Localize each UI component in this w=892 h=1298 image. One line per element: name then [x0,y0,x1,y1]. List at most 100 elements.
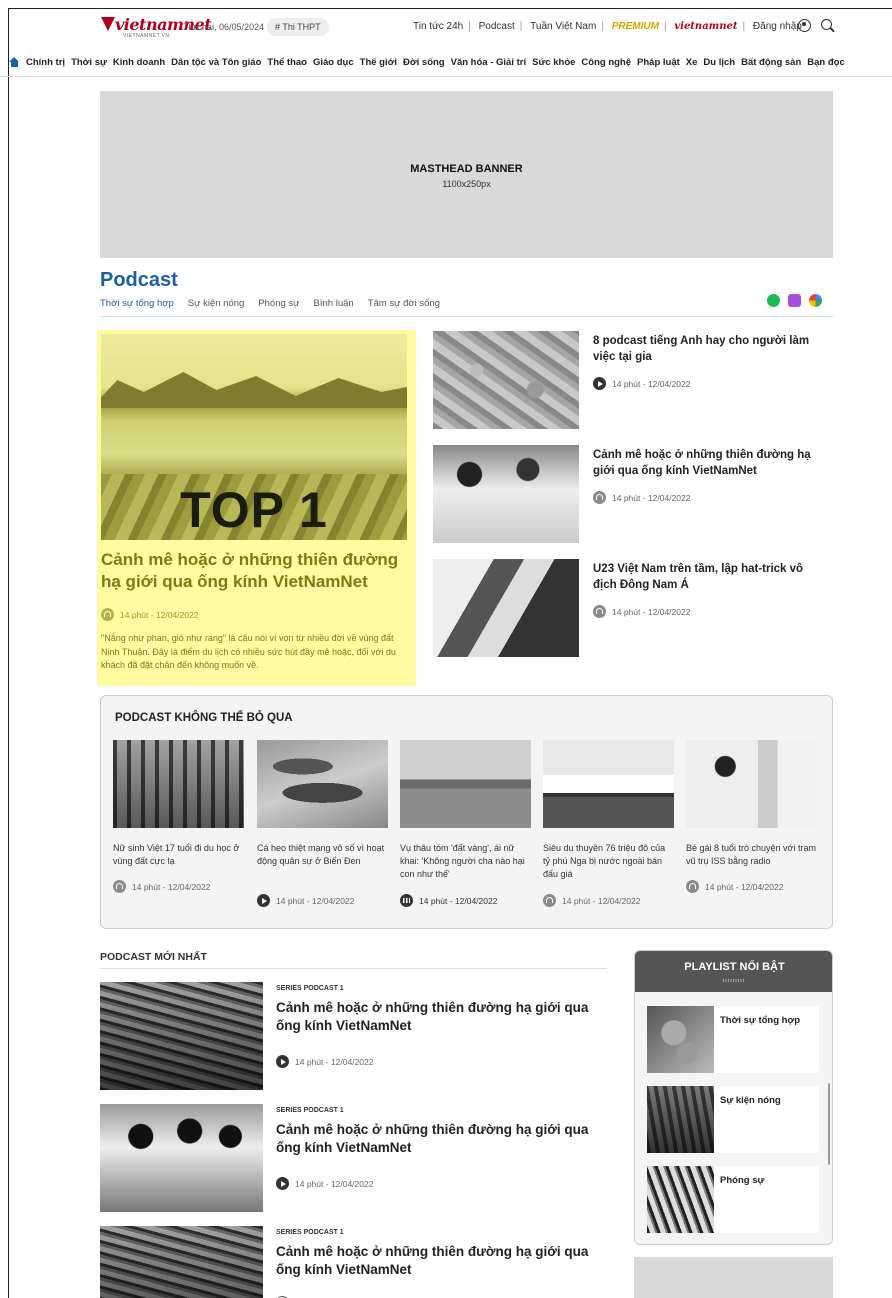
headphones-icon[interactable] [686,880,699,893]
latest-thumbnail[interactable] [100,1104,263,1212]
featured-image[interactable]: TOP 1 [101,334,407,540]
playlist-item[interactable]: Sự kiện nóng [647,1086,819,1153]
side-podcast-meta: 14 phút - 12/04/2022 [593,377,690,390]
featured-description: "Nắng như phan, gió như rang" là câu nói… [101,633,396,670]
card-thumbnail[interactable] [113,740,244,828]
headphones-icon[interactable] [113,880,126,893]
card-title[interactable]: Vụ thâu tóm 'đất vàng', ái nữ khai: 'Khô… [400,842,531,882]
playlist-item[interactable]: Thời sự tổng hợp [647,1006,819,1073]
play-icon[interactable] [257,894,270,907]
podcast-tab[interactable]: Thời sự tổng hợp [100,298,174,309]
podcast-card[interactable]: Vụ thâu tóm 'đất vàng', ái nữ khai: 'Khô… [400,740,531,907]
podcast-card[interactable]: Bé gái 8 tuổi trò chuyện với trạm vũ trụ… [686,740,817,893]
vietnamnet-logo[interactable]: vietnamnet VIETNAMNET.VN [101,15,212,39]
podcast-tab[interactable]: Sự kiện nóng [188,298,245,309]
trending-hashtag[interactable]: # Thi THPT [267,18,329,36]
latest-thumbnail[interactable] [100,1226,263,1298]
playlist-item-label[interactable]: Phóng sự [720,1175,764,1186]
podcast-thumbnail[interactable] [433,559,579,657]
sidebar-ad[interactable] [634,1257,833,1298]
link-tin-tuc-24h[interactable]: Tin tức 24h [413,21,463,32]
latest-podcast-item[interactable]: SERIES PODCAST 1 Cảnh mê hoặc ở những th… [100,1104,607,1214]
playlist-thumbnail[interactable] [647,1166,714,1233]
card-title[interactable]: Cá heo thiệt mạng vô số vì hoạt động quâ… [257,842,388,882]
headphones-icon[interactable] [593,605,606,618]
side-podcast-item[interactable]: U23 Việt Nam trên tầm, lập hat-trick vô … [433,559,833,657]
duration-date: 14 phút - 12/04/2022 [419,895,498,906]
playlist-item[interactable]: Phóng sự [647,1166,819,1233]
nav-item[interactable]: Công nghệ [581,57,631,68]
card-thumbnail[interactable] [400,740,531,828]
google-podcasts-icon[interactable] [809,294,822,307]
link-vietnamnet-global[interactable]: vietnamnet [674,21,737,32]
card-title[interactable]: Bé gái 8 tuổi trò chuyện với trạm vũ trụ… [686,842,817,882]
play-icon[interactable] [276,1177,289,1190]
apple-podcasts-icon[interactable] [788,294,801,307]
nav-item[interactable]: Bất động sản [741,57,801,68]
featured-title[interactable]: Cảnh mê hoặc ở những thiên đường hạ giới… [101,549,406,593]
headphones-icon[interactable] [543,894,556,907]
nav-item[interactable]: Giáo dục [313,57,354,68]
card-title[interactable]: Siêu du thuyền 76 triệu đô của tỷ phú Ng… [543,842,674,882]
search-icon[interactable] [821,19,832,30]
nav-item[interactable]: Kinh doanh [113,57,165,68]
podcast-thumbnail[interactable] [433,331,579,429]
podcast-thumbnail[interactable] [433,445,579,543]
headphones-icon[interactable] [593,491,606,504]
latest-podcast-item[interactable]: SERIES PODCAST 1 Cảnh mê hoặc ở những th… [100,982,607,1092]
side-podcast-title[interactable]: 8 podcast tiếng Anh hay cho người làm vi… [593,333,823,365]
home-icon[interactable] [9,57,20,67]
duration-date: 14 phút - 12/04/2022 [132,881,211,892]
latest-thumbnail[interactable] [100,982,263,1090]
page-title[interactable]: Podcast [100,269,178,292]
nav-item[interactable]: Văn hóa - Giải trí [451,57,527,68]
podcast-card[interactable]: Cá heo thiệt mạng vô số vì hoạt động quâ… [257,740,388,907]
nav-item[interactable]: Thể thao [267,57,307,68]
play-icon[interactable] [276,1055,289,1068]
latest-title-text[interactable]: Cảnh mê hoặc ở những thiên đường hạ giới… [276,999,606,1035]
nav-item[interactable]: Du lịch [703,57,735,68]
spotify-icon[interactable] [767,294,780,307]
user-icon[interactable] [798,19,811,32]
nav-item[interactable]: Bạn đọc [807,57,844,68]
masthead-banner[interactable]: MASTHEAD BANNER 1100x250px [100,91,833,258]
headphones-icon[interactable] [101,608,114,621]
playlist-thumbnail[interactable] [647,1006,714,1073]
latest-title-text[interactable]: Cảnh mê hoặc ở những thiên đường hạ giới… [276,1243,606,1279]
playlist-header: PLAYLIST NỔI BẬT [635,951,832,992]
featured-podcast[interactable]: TOP 1 Cảnh mê hoặc ở những thiên đường h… [97,330,416,686]
play-icon[interactable] [593,377,606,390]
nav-item[interactable]: Đời sống [403,57,445,68]
podcast-tab[interactable]: Phóng sự [258,298,299,309]
playlist-item-label[interactable]: Sự kiện nóng [720,1095,781,1106]
podcast-card[interactable]: Nữ sinh Việt 17 tuổi đi du học ở vùng đấ… [113,740,244,893]
playlist-scrollbar[interactable] [828,1083,830,1165]
podcast-tab[interactable]: Bình luận [314,298,354,309]
nav-item[interactable]: Thời sự [71,57,107,68]
link-podcast[interactable]: Podcast [479,21,515,32]
nav-item[interactable]: Dân tộc và Tôn giáo [171,57,261,68]
card-thumbnail[interactable] [686,740,817,828]
latest-podcast-item[interactable]: SERIES PODCAST 1 Cảnh mê hoặc ở những th… [100,1226,607,1298]
podcast-tab[interactable]: Tâm sự đời sống [368,298,440,309]
audio-bars-icon[interactable] [400,894,413,907]
nav-item[interactable]: Pháp luật [637,57,680,68]
nav-item[interactable]: Chính trị [26,57,65,68]
card-thumbnail[interactable] [257,740,388,828]
nav-item[interactable]: Thế giới [360,57,397,68]
side-podcast-title[interactable]: U23 Việt Nam trên tầm, lập hat-trick vô … [593,561,823,593]
playlist-item-label[interactable]: Thời sự tổng hợp [720,1015,800,1026]
podcast-card[interactable]: Siêu du thuyền 76 triệu đô của tỷ phú Ng… [543,740,674,907]
nav-item[interactable]: Xe [686,57,698,68]
latest-title-text[interactable]: Cảnh mê hoặc ở những thiên đường hạ giới… [276,1121,606,1157]
card-title[interactable]: Nữ sinh Việt 17 tuổi đi du học ở vùng đấ… [113,842,244,882]
link-tuan-viet-nam[interactable]: Tuần Việt Nam [530,21,596,32]
link-premium[interactable]: PREMIUM [612,21,659,32]
login-link[interactable]: Đăng nhập [753,21,802,32]
side-podcast-item[interactable]: Cảnh mê hoặc ở những thiên đường hạ giới… [433,445,833,543]
side-podcast-title[interactable]: Cảnh mê hoặc ở những thiên đường hạ giới… [593,447,823,479]
nav-item[interactable]: Sức khỏe [532,57,575,68]
side-podcast-item[interactable]: 8 podcast tiếng Anh hay cho người làm vi… [433,331,833,429]
playlist-thumbnail[interactable] [647,1086,714,1153]
card-thumbnail[interactable] [543,740,674,828]
